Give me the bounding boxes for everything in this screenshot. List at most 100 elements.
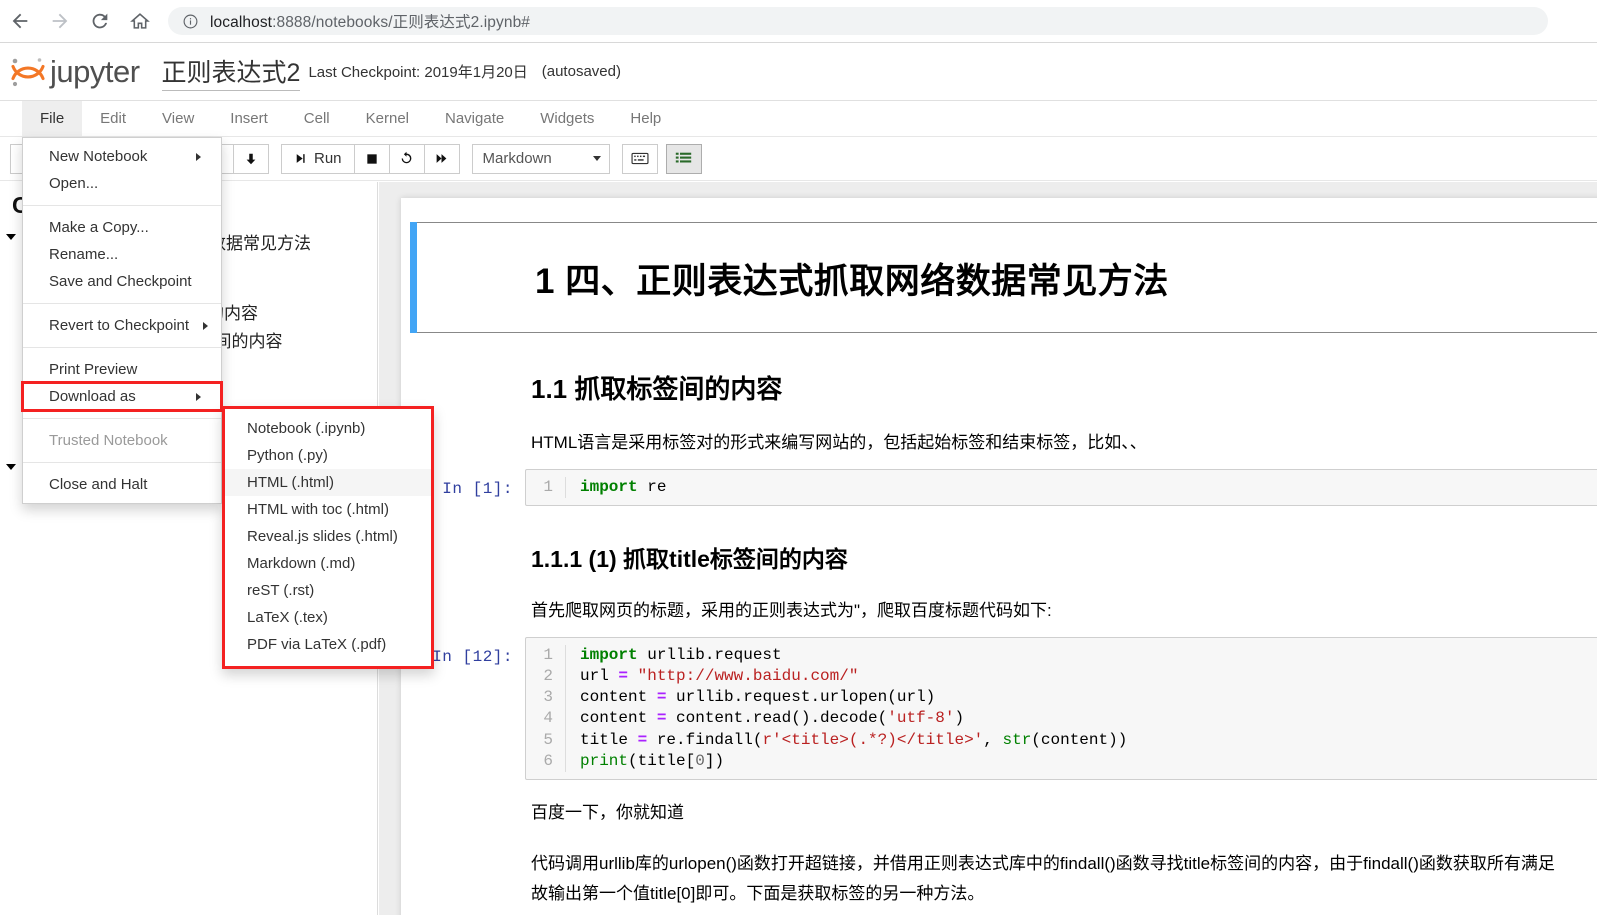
menu-view[interactable]: View [144, 101, 212, 136]
chevron-right-icon [196, 392, 201, 401]
menu-separator [23, 303, 221, 304]
menu-print-preview[interactable]: Print Preview [23, 356, 221, 383]
notebook-canvas[interactable]: 1 四、正则表达式抓取网络数据常见方法 1.1 抓取标签间的内容 HTML语言是… [379, 182, 1597, 915]
jupyter-header: jupyter 正则表达式2 Last Checkpoint: 2019年1月2… [0, 43, 1597, 101]
cell-type-select[interactable]: Markdown [471, 143, 610, 174]
notebook-toolbar: Run Markdown [0, 137, 1597, 181]
line-number: 1 [526, 645, 566, 667]
code-editor-1[interactable]: 1 import re [525, 469, 1597, 507]
line-number: 4 [526, 708, 566, 730]
run-icon [294, 152, 307, 165]
command-palette-button[interactable] [621, 143, 658, 174]
code-line: 1 import urllib.request [526, 645, 1597, 667]
download-html[interactable]: HTML (.html) [225, 469, 431, 496]
menu-item-label: Open... [49, 175, 99, 192]
download-rest-rst[interactable]: reST (.rst) [225, 577, 431, 604]
download-as-submenu: Notebook (.ipynb) Python (.py) HTML (.ht… [222, 406, 434, 669]
menu-kernel[interactable]: Kernel [348, 101, 427, 136]
download-notebook-ipynb[interactable]: Notebook (.ipynb) [225, 415, 431, 442]
code-text: content = urllib.request.urlopen(url) [580, 688, 936, 707]
address-bar[interactable]: localhost:8888/notebooks/正则表达式2.ipynb# [168, 7, 1548, 35]
code-cell-1[interactable]: In [1]: 1 import re [401, 469, 1597, 507]
cell-type-value: Markdown [482, 150, 552, 167]
chevron-right-icon [196, 152, 201, 161]
interrupt-kernel-button[interactable] [353, 143, 390, 174]
menu-edit[interactable]: Edit [82, 101, 144, 136]
run-label: Run [314, 150, 342, 167]
menu-trusted-notebook: Trusted Notebook [23, 427, 221, 454]
url-text: localhost:8888/notebooks/正则表达式2.ipynb# [210, 10, 530, 32]
code-line: 5 title = re.findall(r'<title>(.*?)</titl… [526, 729, 1597, 751]
paragraph-1[interactable]: HTML语言是采用标签对的形式来编写网站的，包括起始标签和结束标签，比如、、 [531, 428, 1597, 453]
code-cell-2[interactable]: In [12]: 1 import urllib.request 2 url = "… [401, 637, 1597, 780]
toolbar-group-extras [621, 143, 658, 174]
menu-item-label: Close and Halt [49, 476, 148, 493]
menu-new-notebook[interactable]: New Notebook [23, 143, 221, 170]
jupyter-wordmark[interactable]: jupyter [50, 54, 140, 90]
autosaved-status: (autosaved) [541, 63, 621, 80]
menu-rename[interactable]: Rename... [23, 241, 221, 268]
toggle-toc-button[interactable] [665, 143, 702, 174]
menu-separator [23, 418, 221, 419]
menu-save-and-checkpoint[interactable]: Save and Checkpoint [23, 268, 221, 295]
input-prompt-2: In [12]: [432, 648, 513, 667]
notebook-name[interactable]: 正则表达式2 [161, 53, 301, 91]
run-cell-button[interactable]: Run [281, 143, 355, 174]
menu-cell[interactable]: Cell [286, 101, 348, 136]
heading-2[interactable]: 1.1 抓取标签间的内容 [531, 369, 1597, 406]
last-checkpoint-label: Last Checkpoint: 2019年1月20日 [308, 64, 528, 81]
download-python-py[interactable]: Python (.py) [225, 442, 431, 469]
menu-help[interactable]: Help [612, 101, 679, 136]
code-text: url = "http://www.baidu.com/" [580, 667, 859, 686]
browser-toolbar: localhost:8888/notebooks/正则表达式2.ipynb# [0, 0, 1597, 43]
paragraph-3[interactable]: 代码调用urllib库的urlopen()函数打开超链接，并借用正则表达式库中的… [531, 849, 1597, 909]
menu-insert[interactable]: Insert [212, 101, 286, 136]
menu-item-label: Revert to Checkpoint [49, 317, 190, 334]
reload-button[interactable] [80, 1, 120, 41]
arrow-down-icon [244, 151, 258, 167]
info-circle-icon[interactable] [182, 13, 199, 30]
cell-output-1: 百度一下，你就知道 [531, 802, 684, 822]
heading-3[interactable]: 1.1.1 (1) 抓取title标签间的内容 [531, 540, 1597, 574]
menu-item-label: New Notebook [49, 148, 148, 165]
restart-kernel-button[interactable] [388, 143, 425, 174]
download-revealjs-slides[interactable]: Reveal.js slides (.html) [225, 523, 431, 550]
url-host: localhost [210, 14, 273, 31]
chevron-right-icon [203, 321, 209, 330]
notebook-paper: 1 四、正则表达式抓取网络数据常见方法 1.1 抓取标签间的内容 HTML语言是… [401, 198, 1597, 915]
code-text: import re [580, 478, 667, 496]
menu-make-a-copy[interactable]: Make a Copy... [23, 214, 221, 241]
caret-down-icon[interactable] [6, 229, 22, 240]
move-cell-down-button[interactable] [233, 143, 269, 174]
menu-navigate[interactable]: Navigate [427, 101, 522, 136]
download-latex-tex[interactable]: LaTeX (.tex) [225, 604, 431, 631]
menu-open[interactable]: Open... [23, 170, 221, 197]
caret-down-icon-2[interactable] [6, 459, 22, 470]
home-button[interactable] [120, 1, 160, 41]
markdown-heading-cell[interactable]: 1 四、正则表达式抓取网络数据常见方法 [410, 222, 1597, 333]
menu-item-label: Download as [49, 388, 136, 405]
jupyter-logo[interactable] [8, 52, 48, 92]
download-markdown-md[interactable]: Markdown (.md) [225, 550, 431, 577]
url-path: :8888/notebooks/正则表达式2.ipynb# [272, 14, 531, 31]
download-html-with-toc[interactable]: HTML with toc (.html) [225, 496, 431, 523]
arrow-right-icon [49, 10, 71, 32]
arrow-left-icon [9, 10, 31, 32]
forward-button[interactable] [40, 1, 80, 41]
menu-download-as[interactable]: Download as [21, 381, 223, 412]
menu-revert-to-checkpoint[interactable]: Revert to Checkpoint [23, 312, 221, 339]
download-pdf-via-latex[interactable]: PDF via LaTeX (.pdf) [225, 631, 431, 658]
code-text: print(title[0]) [580, 751, 725, 770]
back-button[interactable] [0, 1, 40, 41]
restart-and-run-all-button[interactable] [423, 143, 460, 174]
menu-widgets[interactable]: Widgets [522, 101, 612, 136]
menu-close-and-halt[interactable]: Close and Halt [23, 471, 221, 498]
menu-file[interactable]: File [22, 101, 83, 136]
code-editor-2[interactable]: 1 import urllib.request 2 url = "http://ww… [525, 637, 1597, 780]
code-text: content = content.read().decode('utf-8') [580, 709, 965, 728]
home-icon [129, 10, 151, 32]
paragraph-2[interactable]: 首先爬取网页的标题，采用的正则表达式为"，爬取百度标题代码如下: [531, 596, 1597, 621]
file-dropdown-menu: New Notebook Open... Make a Copy... Rena… [21, 137, 223, 504]
menu-item-label: Save and Checkpoint [49, 273, 192, 290]
toolbar-group-run: Run [281, 143, 460, 174]
